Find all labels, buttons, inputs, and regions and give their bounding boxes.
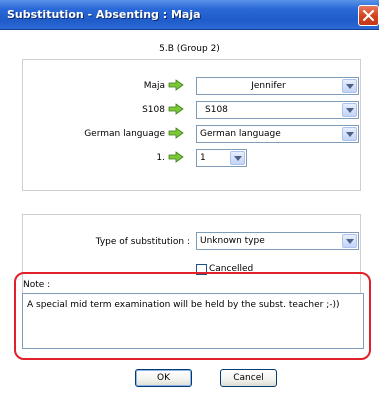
type-of-substitution-label: Type of substitution :: [95, 237, 190, 247]
row-label-room: S108: [142, 105, 165, 115]
teacher-select[interactable]: Jennifer: [196, 77, 359, 95]
teacher-select-value: Jennifer: [251, 81, 286, 91]
close-button[interactable]: [358, 5, 379, 26]
subject-select[interactable]: German language: [196, 125, 359, 143]
chevron-down-icon: [234, 156, 242, 161]
note-textarea[interactable]: A special mid term examination will be h…: [22, 293, 364, 349]
window-title: Substitution - Absenting : Maja: [7, 8, 201, 21]
substitution-type-value: Unknown type: [200, 236, 265, 246]
period-dropdown-button[interactable]: [230, 151, 245, 165]
room-dropdown-button[interactable]: [342, 103, 357, 117]
room-select-value: S108: [205, 105, 228, 115]
period-select[interactable]: 1: [196, 149, 247, 167]
title-bar[interactable]: Substitution - Absenting : Maja: [0, 0, 379, 30]
row-label-period: 1.: [156, 153, 165, 163]
chevron-down-icon: [346, 239, 354, 244]
chevron-down-icon: [346, 84, 354, 89]
substitution-type-select[interactable]: Unknown type: [196, 232, 359, 250]
teacher-dropdown-button[interactable]: [342, 79, 357, 93]
row-label-subject: German language: [84, 129, 165, 139]
row-label-teacher: Maja: [143, 81, 165, 91]
chevron-down-icon: [346, 108, 354, 113]
chevron-down-icon: [346, 132, 354, 137]
cancel-button[interactable]: Cancel: [220, 369, 277, 387]
subject-dropdown-button[interactable]: [342, 127, 357, 141]
substitution-type-dropdown-button[interactable]: [342, 234, 357, 248]
period-select-value: 1: [200, 153, 206, 163]
green-arrow-right-icon: [168, 151, 184, 163]
green-arrow-right-icon: [168, 103, 184, 115]
green-arrow-right-icon: [168, 127, 184, 139]
note-text: A special mid term examination will be h…: [27, 300, 340, 310]
note-label: Note :: [23, 280, 51, 290]
room-select[interactable]: S108: [196, 101, 359, 119]
green-arrow-right-icon: [168, 79, 184, 91]
substitution-dialog: Substitution - Absenting : Maja 5.B (Gro…: [0, 0, 379, 396]
subject-select-value: German language: [200, 129, 281, 139]
close-icon: [363, 10, 374, 21]
ok-button[interactable]: OK: [135, 369, 192, 387]
group-label: 5.B (Group 2): [159, 44, 220, 54]
